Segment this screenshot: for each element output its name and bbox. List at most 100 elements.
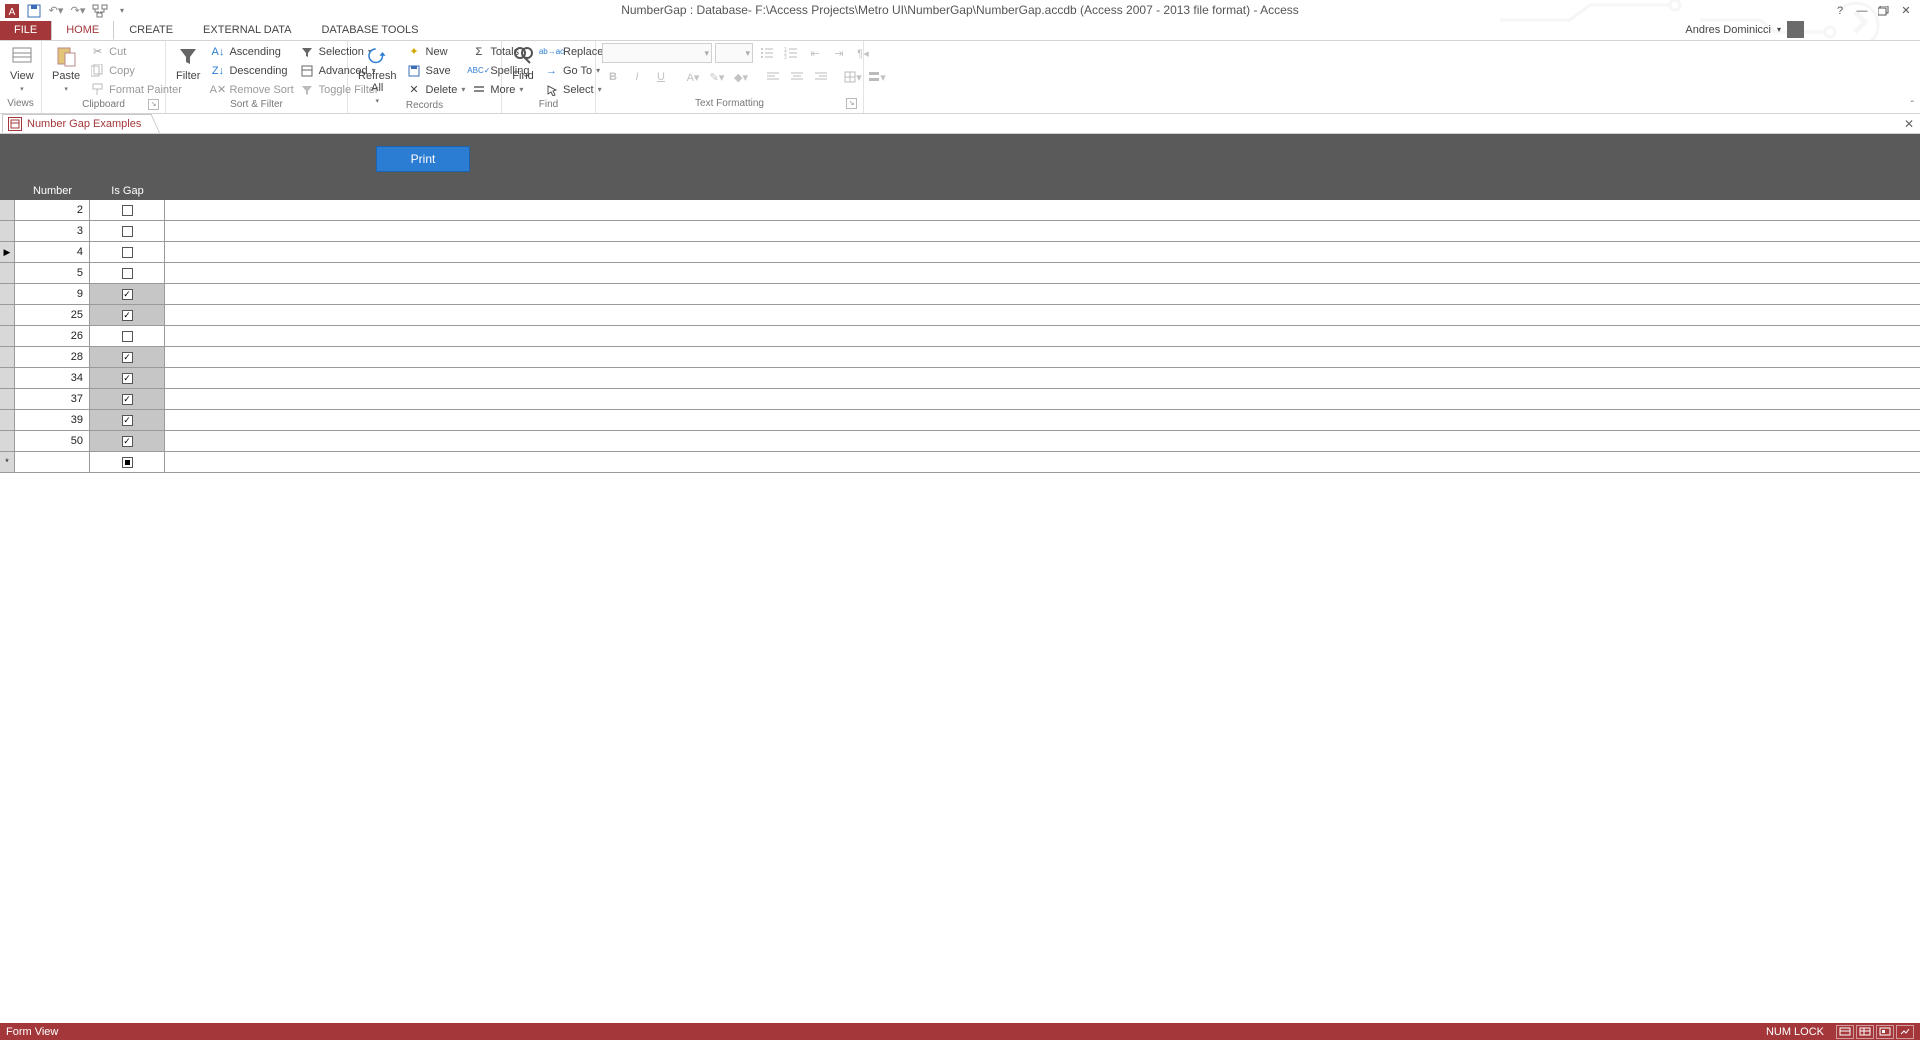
underline-icon[interactable]: U bbox=[650, 67, 672, 87]
cell-isgap[interactable]: ✓ bbox=[90, 431, 165, 451]
col-header-number[interactable]: Number bbox=[15, 183, 90, 200]
checkbox-icon[interactable] bbox=[122, 247, 133, 258]
align-center-icon[interactable] bbox=[786, 67, 808, 87]
alt-row-color-icon[interactable]: ▾ bbox=[866, 67, 888, 87]
table-row[interactable]: 25✓ bbox=[0, 305, 1920, 326]
tab-create[interactable]: CREATE bbox=[114, 20, 188, 40]
cell-number[interactable]: 26 bbox=[15, 326, 90, 346]
table-row[interactable]: 3 bbox=[0, 221, 1920, 242]
checkbox-icon[interactable] bbox=[122, 205, 133, 216]
help-icon[interactable]: ? bbox=[1830, 2, 1850, 20]
highlight-icon[interactable]: ✎▾ bbox=[706, 67, 728, 87]
relationships-icon[interactable] bbox=[92, 3, 108, 19]
cell-isgap[interactable]: ✓ bbox=[90, 410, 165, 430]
font-combo[interactable]: ▾ bbox=[602, 43, 712, 63]
descending-button[interactable]: Z↓Descending bbox=[210, 62, 293, 79]
cell-isgap[interactable] bbox=[90, 263, 165, 283]
cell-isgap[interactable]: ✓ bbox=[90, 389, 165, 409]
row-selector[interactable] bbox=[0, 389, 15, 409]
gridlines-icon[interactable]: ▾ bbox=[842, 67, 864, 87]
table-row[interactable]: 39 ✓ bbox=[0, 410, 1920, 431]
doc-tab[interactable]: Number Gap Examples bbox=[2, 114, 152, 133]
row-selector[interactable] bbox=[0, 284, 15, 304]
table-row[interactable]: 5 bbox=[0, 263, 1920, 284]
checkbox-icon[interactable]: ✓ bbox=[122, 415, 133, 426]
row-selector[interactable] bbox=[0, 431, 15, 451]
cell-isgap[interactable] bbox=[90, 221, 165, 241]
form-view-icon[interactable] bbox=[1836, 1025, 1854, 1039]
cell-number[interactable]: 9 bbox=[15, 284, 90, 304]
bullets-icon[interactable] bbox=[756, 43, 778, 63]
redo-icon[interactable]: ↷▾ bbox=[70, 3, 86, 19]
close-document-icon[interactable]: ✕ bbox=[1904, 117, 1914, 131]
row-selector[interactable] bbox=[0, 368, 15, 388]
checkbox-icon[interactable]: ✓ bbox=[122, 373, 133, 384]
table-row[interactable]: ▶4 bbox=[0, 242, 1920, 263]
table-row[interactable]: 37✓ bbox=[0, 389, 1920, 410]
datasheet-view-icon[interactable] bbox=[1856, 1025, 1874, 1039]
new-button[interactable]: ✦New bbox=[407, 43, 466, 60]
remove-sort-button[interactable]: A✕Remove Sort bbox=[210, 81, 293, 98]
cell-number[interactable]: 39 bbox=[15, 410, 90, 430]
row-selector[interactable] bbox=[0, 410, 15, 430]
dialog-launcher-icon[interactable]: ↘ bbox=[846, 98, 857, 109]
restore-icon[interactable] bbox=[1874, 2, 1894, 20]
delete-button[interactable]: ✕Delete▾ bbox=[407, 81, 466, 98]
select-button[interactable]: Select▾ bbox=[544, 81, 603, 98]
tab-database-tools[interactable]: DATABASE TOOLS bbox=[306, 20, 433, 40]
tab-file[interactable]: FILE bbox=[0, 21, 51, 40]
undo-icon[interactable]: ↶▾ bbox=[48, 3, 64, 19]
font-color-icon[interactable]: A▾ bbox=[682, 67, 704, 87]
cell-number[interactable] bbox=[15, 452, 90, 472]
cell-isgap[interactable]: ✓ bbox=[90, 347, 165, 367]
align-left-icon[interactable] bbox=[762, 67, 784, 87]
row-selector[interactable] bbox=[0, 305, 15, 325]
table-row[interactable]: 26 bbox=[0, 326, 1920, 347]
save-button[interactable]: Save bbox=[407, 62, 466, 79]
goto-button[interactable]: →Go To▾ bbox=[544, 62, 603, 79]
font-size-combo[interactable]: ▾ bbox=[715, 43, 753, 63]
checkbox-icon[interactable]: ✓ bbox=[122, 352, 133, 363]
dialog-launcher-icon[interactable]: ↘ bbox=[148, 99, 159, 110]
indent-increase-icon[interactable]: ⇥ bbox=[828, 43, 850, 63]
design-view-icon[interactable] bbox=[1896, 1025, 1914, 1039]
bold-icon[interactable]: B bbox=[602, 67, 624, 87]
new-record-row[interactable]: * bbox=[0, 452, 1920, 473]
row-selector[interactable] bbox=[0, 221, 15, 241]
replace-button[interactable]: ab→acReplace bbox=[544, 43, 603, 60]
cell-number[interactable]: 50 bbox=[15, 431, 90, 451]
cell-number[interactable]: 4 bbox=[15, 242, 90, 262]
cell-number[interactable]: 37 bbox=[15, 389, 90, 409]
layout-view-icon[interactable] bbox=[1876, 1025, 1894, 1039]
table-row[interactable]: 34✓ bbox=[0, 368, 1920, 389]
minimize-icon[interactable]: ― bbox=[1852, 2, 1872, 20]
row-selector[interactable]: * bbox=[0, 452, 15, 472]
cell-number[interactable]: 2 bbox=[15, 200, 90, 220]
cell-isgap[interactable] bbox=[90, 326, 165, 346]
paste-button[interactable]: Paste ▾ bbox=[48, 43, 84, 93]
find-button[interactable]: Find bbox=[508, 43, 538, 82]
row-selector[interactable] bbox=[0, 347, 15, 367]
checkbox-icon[interactable] bbox=[122, 268, 133, 279]
checkbox-icon[interactable] bbox=[122, 226, 133, 237]
cell-number[interactable]: 28 bbox=[15, 347, 90, 367]
tab-external-data[interactable]: EXTERNAL DATA bbox=[188, 20, 306, 40]
ascending-button[interactable]: A↓Ascending bbox=[210, 43, 293, 60]
print-button[interactable]: Print bbox=[376, 146, 470, 172]
table-row[interactable]: 28 ✓ bbox=[0, 347, 1920, 368]
checkbox-icon[interactable] bbox=[122, 457, 133, 468]
table-row[interactable]: 9✓ bbox=[0, 284, 1920, 305]
ribbon-collapse-icon[interactable]: ˆ bbox=[1911, 100, 1914, 111]
close-icon[interactable]: ✕ bbox=[1896, 2, 1916, 20]
tab-home[interactable]: HOME bbox=[51, 20, 114, 40]
checkbox-icon[interactable]: ✓ bbox=[122, 289, 133, 300]
cell-isgap[interactable] bbox=[90, 242, 165, 262]
user-account[interactable]: Andres Dominicci▾ bbox=[1685, 21, 1804, 38]
qat-customize-icon[interactable]: ▾ bbox=[114, 3, 130, 19]
view-button[interactable]: View ▾ bbox=[6, 43, 38, 93]
text-direction-icon[interactable]: ¶◂ bbox=[852, 43, 874, 63]
cell-isgap[interactable]: ✓ bbox=[90, 368, 165, 388]
refresh-all-button[interactable]: Refresh All▾ bbox=[354, 43, 401, 105]
row-selector[interactable] bbox=[0, 263, 15, 283]
cell-isgap[interactable]: ✓ bbox=[90, 284, 165, 304]
